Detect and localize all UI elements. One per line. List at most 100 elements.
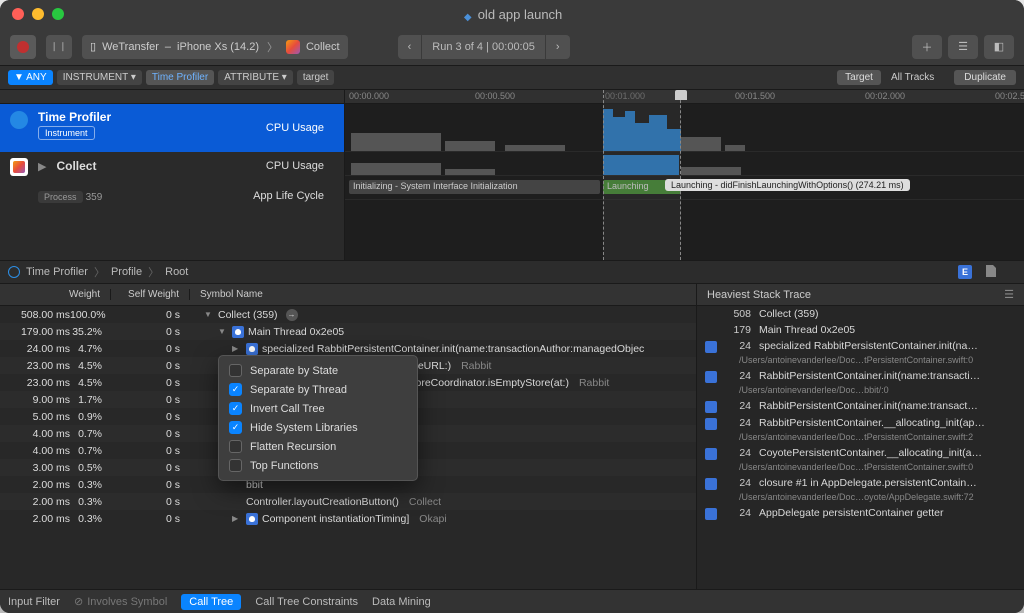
checkbox[interactable] xyxy=(229,383,242,396)
heaviest-stack-trace-pane: Heaviest Stack Trace ☰ 508Collect (359)1… xyxy=(696,284,1024,589)
detail-filter-bar: Input Filter ⊘ Involves Symbol Call Tree… xyxy=(0,589,1024,613)
library-button[interactable]: ☰ xyxy=(948,35,978,59)
duplicate-button[interactable]: Duplicate xyxy=(954,70,1016,85)
popup-item[interactable]: Hide System Libraries xyxy=(219,418,417,437)
checkbox[interactable] xyxy=(229,364,242,377)
stack-row[interactable]: 24CoyotePersistentContainer.__allocating… xyxy=(697,445,1024,462)
run-prev-button[interactable]: ‹ xyxy=(398,35,422,59)
track-metric-label: CPU Usage xyxy=(266,160,334,172)
stack-row[interactable]: 508Collect (359) xyxy=(697,306,1024,322)
filter-instrument-value[interactable]: Time Profiler xyxy=(146,70,214,85)
track-metric-label: App Life Cycle xyxy=(253,190,334,202)
tree-row[interactable]: 508.00 ms100.0%0 s▼Collect (359) xyxy=(0,306,696,323)
target-device-label: iPhone Xs (14.2) xyxy=(177,41,259,53)
add-instrument-button[interactable]: ＋ xyxy=(912,35,942,59)
window-minimize-button[interactable] xyxy=(32,8,44,20)
track-title: Time Profiler xyxy=(38,110,256,124)
track-badge: Process xyxy=(38,191,83,203)
target-selector[interactable]: ▯ WeTransfer – iPhone Xs (14.2) 〉 Collec… xyxy=(82,35,348,59)
filter-instrument-label[interactable]: INSTRUMENT ▾ xyxy=(57,70,142,85)
trace-doc-icon xyxy=(462,8,474,20)
target-app-label: WeTransfer xyxy=(102,41,159,53)
constraints-tab[interactable]: Call Tree Constraints xyxy=(255,596,358,608)
checkbox[interactable] xyxy=(229,440,242,453)
user-code-icon xyxy=(705,508,717,520)
stack-row-path: /Users/antoinevanderlee/Doc…oyote/AppDel… xyxy=(697,492,1024,505)
window-title: old app launch xyxy=(0,7,1024,22)
ruler-tick: 00:02.500 xyxy=(995,91,1024,101)
user-code-icon xyxy=(705,418,717,430)
col-symbol[interactable]: Symbol Name xyxy=(190,289,696,300)
ruler-tick: 00:01.000 xyxy=(605,91,645,101)
breadcrumb-item[interactable]: Profile xyxy=(111,266,142,278)
popup-item[interactable]: Separate by Thread xyxy=(219,380,417,399)
ruler-tick: 00:01.500 xyxy=(735,91,775,101)
tree-row[interactable]: 179.00 ms35.2%0 s▼Main Thread 0x2e05 xyxy=(0,323,696,340)
checkbox[interactable] xyxy=(229,402,242,415)
user-code-icon xyxy=(246,343,258,355)
tree-row[interactable]: 2.00 ms0.3%0 sController.layoutCreationB… xyxy=(0,493,696,510)
window-close-button[interactable] xyxy=(12,8,24,20)
pause-button[interactable] xyxy=(46,35,72,59)
track-title: Collect xyxy=(56,159,96,173)
run-navigator[interactable]: ‹ Run 3 of 4 | 00:00:05 › xyxy=(398,35,570,59)
user-code-icon xyxy=(705,448,717,460)
lane-time-profiler-cpu xyxy=(345,104,1024,152)
filter-attribute-label[interactable]: ATTRIBUTE ▾ xyxy=(218,70,293,85)
breadcrumb-item[interactable]: Root xyxy=(165,266,188,278)
ruler-tick: 00:02.000 xyxy=(865,91,905,101)
col-self-weight[interactable]: Self Weight xyxy=(110,289,190,300)
popup-item[interactable]: Flatten Recursion xyxy=(219,437,417,456)
breadcrumb-item[interactable]: Time Profiler xyxy=(26,266,88,278)
detail-doc-icon[interactable] xyxy=(986,265,1000,279)
stack-row-path: /Users/antoinevanderlee/Doc…bbit/:0 xyxy=(697,385,1024,398)
target-app-icon xyxy=(286,40,300,54)
playhead-handle[interactable] xyxy=(675,90,687,100)
record-button[interactable] xyxy=(10,35,36,59)
track-pid: 359 xyxy=(86,192,103,203)
inspector-toggle-button[interactable]: ◧ xyxy=(984,35,1014,59)
checkbox[interactable] xyxy=(229,459,242,472)
collect-app-icon xyxy=(10,158,28,176)
run-info: Run 3 of 4 | 00:00:05 xyxy=(422,35,545,59)
stack-row[interactable]: 179Main Thread 0x2e05 xyxy=(697,322,1024,338)
window-zoom-button[interactable] xyxy=(52,8,64,20)
popup-item[interactable]: Invert Call Tree xyxy=(219,399,417,418)
stack-settings-icon[interactable]: ☰ xyxy=(1004,288,1014,301)
run-next-button[interactable]: › xyxy=(546,35,570,59)
all-tracks-button[interactable]: All Tracks xyxy=(891,72,934,83)
user-code-icon xyxy=(705,478,717,490)
track-time-profiler[interactable]: Time Profiler Instrument CPU Usage xyxy=(0,104,344,152)
stack-row[interactable]: 24RabbitPersistentContainer.init(name:tr… xyxy=(697,398,1024,415)
popup-item[interactable]: Separate by State xyxy=(219,361,417,380)
stack-row[interactable]: 24RabbitPersistentContainer.init(name:tr… xyxy=(697,368,1024,385)
call-tree-tab[interactable]: Call Tree xyxy=(181,594,241,610)
input-filter-label[interactable]: Input Filter xyxy=(8,596,60,608)
user-code-icon xyxy=(705,371,717,383)
filter-target-label[interactable]: target xyxy=(297,70,335,85)
track-collect[interactable]: ▶ Collect CPU Usage Process 359 App Life… xyxy=(0,152,344,210)
stack-row[interactable]: 24AppDelegate persistentContainer getter xyxy=(697,505,1024,522)
focus-arrow-icon[interactable] xyxy=(286,309,298,321)
stack-row[interactable]: 24specialized RabbitPersistentContainer.… xyxy=(697,338,1024,355)
extended-detail-icon[interactable]: E xyxy=(958,265,972,279)
tree-row[interactable]: 2.00 ms0.3%0 s▶Component instantiationTi… xyxy=(0,510,696,527)
lifecycle-segment-init[interactable]: Initializing - System Interface Initiali… xyxy=(349,180,600,194)
popup-item[interactable]: Top Functions xyxy=(219,456,417,475)
stack-row[interactable]: 24closure #1 in AppDelegate.persistentCo… xyxy=(697,475,1024,492)
stack-row[interactable]: 24RabbitPersistentContainer.__allocating… xyxy=(697,415,1024,432)
toolbar: ▯ WeTransfer – iPhone Xs (14.2) 〉 Collec… xyxy=(0,28,1024,66)
filter-any-tag[interactable]: ▼ ANY xyxy=(8,70,53,85)
call-tree-options-popup: Separate by StateSeparate by ThreadInver… xyxy=(218,355,418,481)
stack-row-path: /Users/antoinevanderlee/Doc…tPersistentC… xyxy=(697,355,1024,368)
stack-row-path: /Users/antoinevanderlee/Doc…tPersistentC… xyxy=(697,432,1024,445)
involves-symbol-field[interactable]: ⊘ Involves Symbol xyxy=(74,595,167,608)
target-process-label: Collect xyxy=(306,41,340,53)
data-mining-tab[interactable]: Data Mining xyxy=(372,596,431,608)
col-weight[interactable]: Weight xyxy=(0,289,110,300)
detail-pane: Weight Self Weight Symbol Name 508.00 ms… xyxy=(0,284,1024,589)
target-scope-button[interactable]: Target xyxy=(837,70,881,85)
checkbox[interactable] xyxy=(229,421,242,434)
timeline-canvas[interactable]: 00:00.000 00:00.500 00:01.000 00:01.500 … xyxy=(345,90,1024,260)
lane-app-lifecycle: Initializing - System Interface Initiali… xyxy=(345,176,1024,200)
